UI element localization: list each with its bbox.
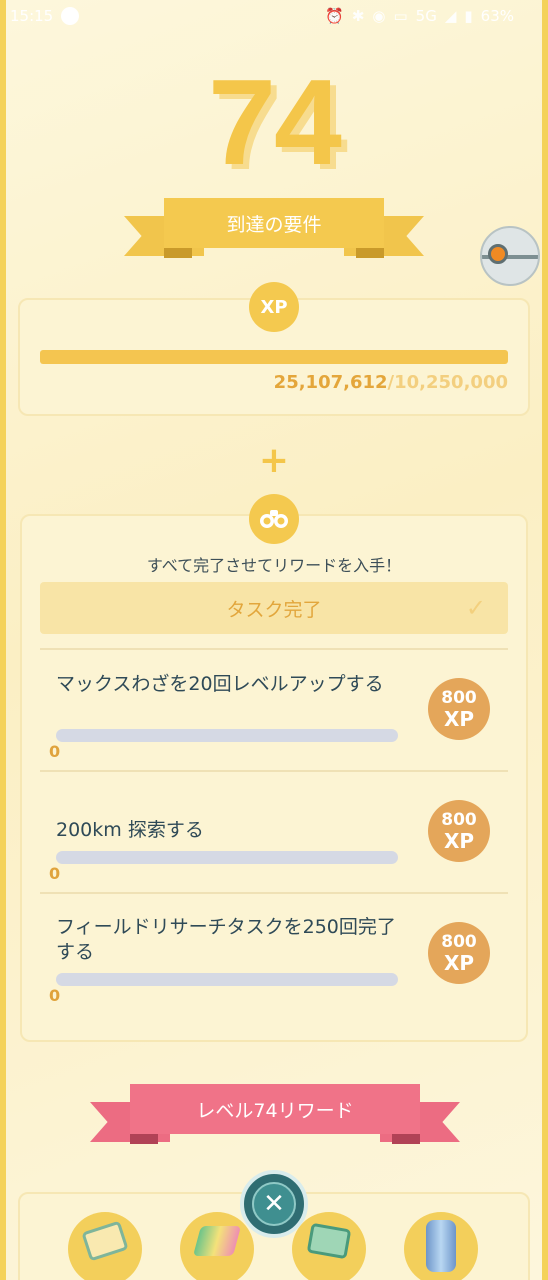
reward-pass-icon[interactable]	[292, 1212, 366, 1280]
xp-reward-badge: 800 XP	[428, 678, 490, 740]
battery-percent: 63%	[480, 7, 514, 25]
bluetooth-icon: ✱	[351, 7, 365, 25]
tasks-subtitle: すべて完了させてリワードを入手！	[146, 556, 402, 575]
level-number: 74	[208, 54, 342, 190]
xp-reward-unit: XP	[443, 828, 475, 853]
ticket-shape-icon	[81, 1220, 129, 1262]
level-rewards-banner-label: レベル74リワード	[130, 1084, 420, 1134]
task-progress-count: 0	[49, 742, 61, 761]
xp-reward-badge: 800 XP	[428, 800, 490, 862]
frame-left	[0, 0, 6, 1280]
xp-target: 10,250,000	[394, 372, 508, 393]
ribbon-fold-left	[164, 248, 192, 258]
check-icon: ✓	[465, 594, 486, 622]
xp-reward-unit: XP	[443, 950, 475, 975]
xp-current: 25,107,612	[273, 372, 388, 393]
xp-reward-amount: 800	[441, 687, 477, 708]
level-rewards-banner: レベル74リワード	[90, 1084, 460, 1148]
task-progress-track	[56, 973, 398, 986]
binoculars-icon	[249, 494, 299, 544]
task-progress-track	[56, 851, 398, 864]
xp-reward-amount: 800	[441, 809, 477, 830]
reward-incubator-icon[interactable]	[404, 1212, 478, 1280]
battery-icon: ▮	[464, 7, 473, 25]
divider	[40, 770, 508, 772]
location-icon: ◉	[372, 7, 386, 25]
task-progress-track	[56, 729, 398, 742]
reward-ticket-icon[interactable]	[68, 1212, 142, 1280]
xp-reward-badge: 800 XP	[428, 922, 490, 984]
task-title: 200km 探索する	[56, 819, 204, 841]
candy-shape-icon	[192, 1226, 242, 1256]
frame-right	[542, 0, 548, 1280]
xp-reward-amount: 800	[441, 931, 477, 952]
task-complete-button[interactable]: タスク完了 ✓	[40, 582, 508, 634]
app-notification-icon	[61, 7, 80, 25]
signal-icon: ◢	[444, 7, 457, 25]
status-bar: 15:15 ⏰ ✱ ◉ ▭ 5G ◢ ▮ 63%	[0, 0, 548, 32]
cast-icon: ▭	[393, 7, 408, 25]
pokeball-menu-button[interactable]	[480, 226, 540, 286]
pass-shape-icon	[306, 1222, 352, 1260]
plus-sign: +	[258, 440, 290, 481]
requirements-banner: 到達の要件	[124, 198, 424, 262]
xp-progress-bar	[40, 350, 508, 364]
status-time: 15:15	[10, 7, 54, 25]
xp-values: 25,107,612/10,250,000	[274, 372, 508, 393]
incubator-shape-icon	[426, 1220, 456, 1272]
close-button[interactable]: ✕	[240, 1170, 308, 1238]
requirements-banner-label: 到達の要件	[164, 198, 384, 248]
ribbon-fold-right	[356, 248, 384, 258]
xp-badge-icon: XP	[249, 282, 299, 332]
task-progress-count: 0	[49, 864, 61, 883]
close-icon: ✕	[252, 1182, 296, 1226]
task-title: マックスわざを20回レベルアップする	[56, 673, 384, 695]
reward-candy-icon[interactable]	[180, 1212, 254, 1280]
network-type: 5G	[415, 7, 437, 25]
task-progress-count: 0	[49, 986, 61, 1005]
ribbon-fold-right	[392, 1134, 420, 1144]
xp-reward-unit: XP	[443, 706, 475, 731]
task-complete-label: タスク完了	[226, 598, 322, 621]
divider	[40, 892, 508, 894]
divider	[40, 648, 508, 650]
alarm-icon: ⏰	[325, 7, 344, 25]
task-title: フィールドリサーチタスクを250回完了する	[56, 916, 396, 963]
ribbon-fold-left	[130, 1134, 158, 1144]
ball-center-icon	[488, 244, 508, 264]
